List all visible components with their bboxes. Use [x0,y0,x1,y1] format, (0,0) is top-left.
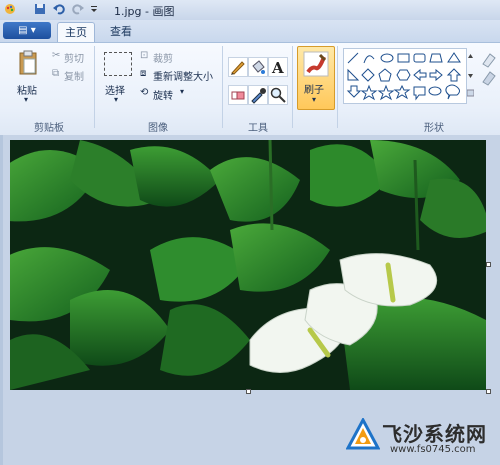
brushes-button[interactable]: 刷子 ▾ [297,46,335,110]
shapes-grid [346,52,462,101]
magnifier-icon[interactable] [268,85,288,105]
save-icon[interactable] [34,3,46,15]
brush-icon [303,51,329,77]
cut-icon[interactable]: ✂ [52,50,60,61]
color-picker-icon[interactable] [248,85,268,105]
select-dropdown-icon[interactable]: ▾ [114,95,118,104]
shapes-scroll-icon[interactable] [467,50,474,100]
shapes-group-label: 形状 [424,123,444,134]
shapes-gallery[interactable] [343,48,467,104]
crop-button[interactable]: 裁剪 [153,50,173,65]
clipboard-group-label: 剪贴板 [34,123,64,134]
canvas-left-edge [0,135,3,465]
window-title: 1.jpg - 画图 [114,5,175,18]
resize-icon[interactable]: ⧈ [140,68,146,79]
title-bar: 1.jpg - 画图 [0,0,500,20]
rotate-icon[interactable]: ⟲ [140,87,148,98]
select-icon[interactable] [104,52,132,76]
fill-icon[interactable] [248,57,268,77]
paint-app-icon [5,4,15,14]
paste-dropdown-icon[interactable]: ▾ [24,95,28,104]
resize-button[interactable]: 重新调整大小 [153,68,213,83]
ribbon-separator [292,46,293,128]
copy-icon[interactable]: ⧉ [52,68,59,79]
image-group-label: 图像 [148,123,168,134]
outline-fill-icon[interactable] [480,50,498,86]
canvas-image[interactable] [10,140,486,390]
ribbon-separator [337,46,338,128]
ribbon-separator [94,46,95,128]
resize-handle-bottom[interactable] [246,389,251,394]
undo-icon[interactable] [53,3,65,15]
crop-icon[interactable]: ⊡ [140,50,148,61]
rotate-dropdown-icon[interactable]: ▾ [180,87,184,96]
resize-handle-corner[interactable] [486,389,491,394]
site-logo-icon [346,418,380,450]
file-menu-button[interactable]: ▤ ▾ [3,22,51,39]
redo-icon[interactable] [72,3,84,15]
tab-view[interactable]: 查看 [103,22,139,42]
text-icon[interactable]: A [268,57,288,77]
anthurium-photo [10,140,486,390]
copy-button[interactable]: 复制 [64,68,84,83]
tab-home[interactable]: 主页 [57,22,95,43]
site-watermark: 飞沙系统网 www.fs0745.com [346,416,496,460]
watermark-url: www.fs0745.com [390,444,476,455]
watermark-title: 飞沙系统网 [382,422,487,446]
cut-button[interactable]: 剪切 [64,50,84,65]
pencil-icon[interactable] [228,57,248,77]
brushes-dropdown-icon: ▾ [312,95,317,104]
resize-handle-right[interactable] [486,262,491,267]
quick-access-dropdown-icon[interactable] [90,3,98,15]
eraser-icon[interactable] [228,85,248,105]
brushes-label: 刷子 [304,85,324,96]
svg-text:A: A [271,59,284,77]
paste-icon[interactable] [18,50,38,76]
tools-group-label: 工具 [248,123,268,134]
rotate-button[interactable]: 旋转 [153,87,173,102]
ribbon-separator [222,46,223,128]
